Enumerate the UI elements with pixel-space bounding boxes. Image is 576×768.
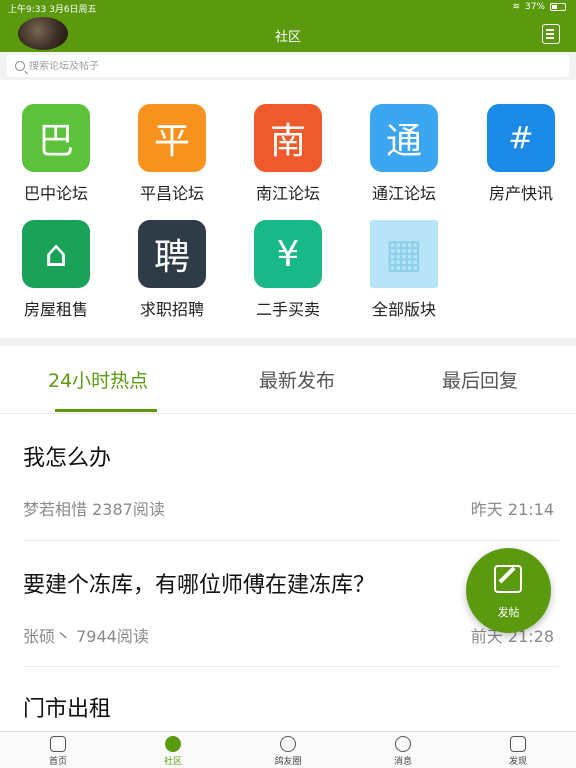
search-bar	[0, 52, 576, 80]
search-input[interactable]	[29, 60, 529, 72]
notes-icon[interactable]	[542, 24, 560, 44]
nav-home[interactable]: 首页	[18, 732, 98, 768]
compose-icon	[494, 565, 522, 593]
forum-jobs[interactable]: 聘 求职招聘	[122, 220, 222, 320]
nav-label: 消息	[393, 757, 412, 767]
forum-second-hand[interactable]: ¥ 二手买卖	[238, 220, 338, 320]
nav-pigeon-circle[interactable]: 鸽友圈	[248, 732, 328, 768]
post-reads: 7944阅读	[76, 627, 149, 646]
jobs-icon: 聘	[138, 220, 206, 288]
forum-all-sections[interactable]: ▦ 全部版块	[354, 220, 454, 320]
forum-tongjiang[interactable]: 通 通江论坛	[354, 104, 454, 204]
pigeon-circle-icon	[280, 736, 296, 752]
status-time: 上午9:33 3月6日周五	[8, 5, 97, 15]
new-post-button[interactable]: 发帖	[466, 548, 551, 633]
house-news-icon: #	[487, 104, 555, 172]
forum-pingchang[interactable]: 平 平昌论坛	[122, 104, 222, 204]
forum-label: 巴中论坛	[23, 184, 88, 203]
forum-label: 房屋租售	[23, 300, 88, 319]
post-author: 梦若相惜	[23, 500, 88, 519]
forum-label: 二手买卖	[255, 300, 320, 319]
tab-hot-24h[interactable]: 24小时热点	[48, 366, 148, 393]
nav-label: 发现	[508, 757, 527, 767]
home-icon	[50, 736, 66, 752]
forum-label: 房产快讯	[488, 184, 553, 203]
forum-label: 求职招聘	[139, 300, 204, 319]
grid-icon: ▦	[370, 220, 438, 288]
second-hand-icon: ¥	[254, 220, 322, 288]
community-icon	[165, 736, 181, 752]
forum-label: 平昌论坛	[139, 184, 204, 203]
post-title: 我怎么办	[23, 446, 112, 471]
post-title: 要建个冻库，有哪位师傅在建冻库？	[23, 573, 376, 598]
bazhong-icon: 巴	[22, 104, 90, 172]
pingchang-icon: 平	[138, 104, 206, 172]
post-tabs: 24小时热点 最新发布 最后回复	[0, 346, 576, 414]
forum-house-rental[interactable]: ⌂ 房屋租售	[6, 220, 106, 320]
post-item[interactable]: 我怎么办 梦若相惜 2387阅读 昨天 21:14	[0, 414, 576, 540]
post-meta: 张硕丶 7944阅读	[23, 623, 149, 647]
post-item[interactable]: 门市出租	[0, 667, 576, 731]
new-post-label: 发帖	[497, 606, 520, 619]
forum-label: 南江论坛	[255, 184, 320, 203]
battery-percent: 37%	[524, 2, 545, 12]
nanjiang-icon: 南	[254, 104, 322, 172]
tab-last-reply[interactable]: 最后回复	[442, 366, 518, 393]
forum-house-news[interactable]: # 房产快讯	[471, 104, 571, 204]
chat-bubble-icon	[395, 736, 411, 752]
search-box[interactable]	[7, 55, 569, 77]
status-bar: 上午9:33 3月6日周五 ≋ 37%	[0, 0, 576, 16]
top-bar: 上午9:33 3月6日周五 ≋ 37% 社区	[0, 0, 576, 52]
tab-latest[interactable]: 最新发布	[259, 366, 335, 393]
nav-label: 鸽友圈	[274, 757, 302, 767]
forum-nanjiang[interactable]: 南 南江论坛	[238, 104, 338, 204]
forum-bazhong[interactable]: 巴 巴中论坛	[6, 104, 106, 204]
post-reads: 2387阅读	[92, 500, 165, 519]
forum-label: 通江论坛	[371, 184, 436, 203]
forum-grid: 巴 巴中论坛 平 平昌论坛 南 南江论坛 通 通江论坛 # 房产快讯 ⌂ 房屋租…	[0, 84, 576, 340]
battery-icon	[550, 3, 566, 11]
rocket-icon	[510, 736, 526, 752]
forum-label: 全部版块	[371, 300, 436, 319]
nav-label: 首页	[48, 757, 67, 767]
tab-indicator	[55, 409, 157, 412]
house-rental-icon: ⌂	[22, 220, 90, 288]
nav-discover[interactable]: 发现	[478, 732, 558, 768]
post-time: 昨天 21:14	[470, 500, 554, 519]
nav-label: 社区	[163, 757, 182, 767]
search-icon	[15, 61, 25, 71]
post-author: 张硕丶	[23, 627, 72, 646]
nav-community[interactable]: 社区	[133, 732, 213, 768]
status-right: ≋ 37%	[512, 2, 566, 12]
bottom-nav: 首页 社区 鸽友圈 消息 发现	[0, 731, 576, 768]
tongjiang-icon: 通	[370, 104, 438, 172]
post-meta: 梦若相惜 2387阅读	[23, 496, 165, 520]
wifi-icon: ≋	[512, 2, 520, 12]
page-title: 社区	[274, 30, 301, 45]
section-divider	[0, 338, 576, 346]
nav-messages[interactable]: 消息	[363, 732, 443, 768]
post-title: 门市出租	[23, 697, 112, 722]
